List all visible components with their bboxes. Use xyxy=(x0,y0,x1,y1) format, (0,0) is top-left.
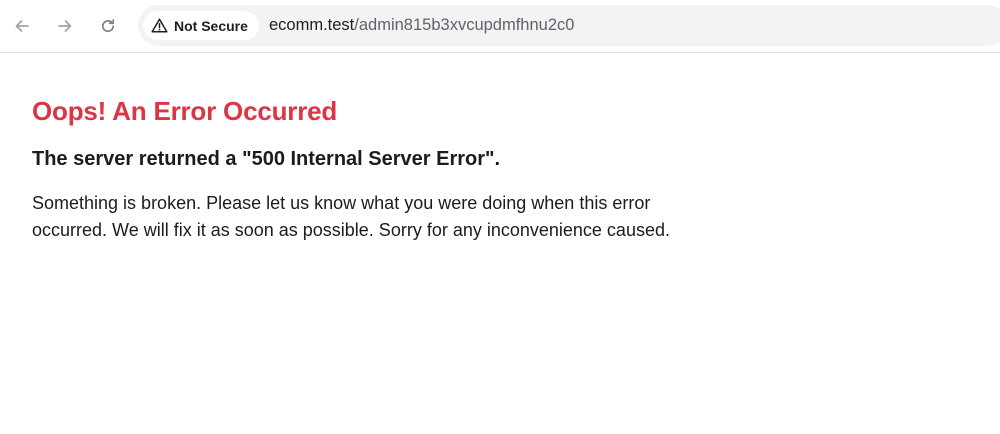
back-button[interactable] xyxy=(8,12,36,40)
security-chip-label: Not Secure xyxy=(174,17,248,34)
forward-button[interactable] xyxy=(51,12,79,40)
url-text[interactable]: ecomm.test/admin815b3xvcupdmfhnu2c0 xyxy=(269,5,574,46)
error-content: Oops! An Error Occurred The server retur… xyxy=(32,93,752,244)
reload-icon xyxy=(99,17,117,35)
reload-button[interactable] xyxy=(94,12,122,40)
error-title: Oops! An Error Occurred xyxy=(32,96,338,126)
error-message: Something is broken. Please let us know … xyxy=(32,193,670,240)
back-arrow-icon xyxy=(13,17,31,35)
warning-triangle-icon xyxy=(151,18,168,33)
address-bar[interactable]: Not Secure ecomm.test/admin815b3xvcupdmf… xyxy=(138,5,1000,46)
error-subtitle: The server returned a "500 Internal Serv… xyxy=(32,148,501,170)
url-host: ecomm.test xyxy=(269,16,355,34)
security-chip[interactable]: Not Secure xyxy=(143,11,259,40)
url-path: /admin815b3xvcupdmfhnu2c0 xyxy=(354,16,575,34)
browser-toolbar: Not Secure ecomm.test/admin815b3xvcupdmf… xyxy=(0,0,1000,53)
forward-arrow-icon xyxy=(56,17,74,35)
